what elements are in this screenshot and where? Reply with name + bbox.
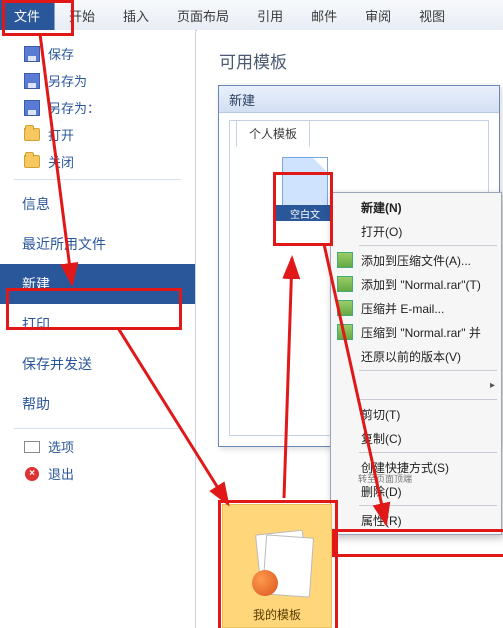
ctx-new-label: 新建(N) — [361, 199, 402, 216]
tab-file[interactable]: 文件 — [0, 0, 55, 31]
menu-save[interactable]: 保存 — [0, 40, 195, 67]
menu-help[interactable]: 帮助 — [0, 384, 195, 424]
templates-heading: 可用模板 — [219, 48, 503, 73]
menu-recent-label: 最近所用文件 — [22, 234, 106, 254]
new-dialog-title: 新建 — [219, 86, 499, 113]
tab-review[interactable]: 审阅 — [351, 0, 405, 31]
ctx-create-shortcut[interactable]: 创建快捷方式(S) — [331, 455, 501, 479]
exit-icon: × — [24, 466, 40, 482]
ctx-open-label: 打开(O) — [361, 223, 402, 240]
ctx-properties[interactable]: 属性(R) — [331, 508, 501, 532]
tab-references[interactable]: 引用 — [243, 0, 297, 31]
menu-save-label: 保存 — [48, 44, 74, 63]
tab-personal-templates[interactable]: 个人模板 — [236, 120, 310, 147]
menu-print[interactable]: 打印 — [0, 304, 195, 344]
ctx-sep — [359, 399, 497, 400]
menu-exit-label: 退出 — [48, 464, 74, 483]
ctx-copy-label: 复制(C) — [361, 430, 402, 447]
my-templates-caption: 我的模板 — [253, 606, 301, 623]
menu-close-label: 关闭 — [48, 152, 74, 171]
menu-separator-2 — [14, 428, 181, 429]
menu-print-label: 打印 — [22, 314, 50, 334]
ctx-restore-label: 还原以前的版本(V) — [361, 348, 461, 365]
open-folder-icon — [24, 127, 40, 143]
menu-options[interactable]: 选项 — [0, 433, 195, 460]
menu-save-send[interactable]: 保存并发送 — [0, 344, 195, 384]
tab-insert[interactable]: 插入 — [109, 0, 163, 31]
menu-exit[interactable]: × 退出 — [0, 460, 195, 487]
ctx-properties-label: 属性(R) — [361, 512, 402, 529]
tab-view[interactable]: 视图 — [405, 0, 459, 31]
ctx-compress-normal-label: 压缩到 "Normal.rar" 并 — [361, 324, 481, 341]
menu-save-as-label: 另存为 — [48, 71, 87, 90]
menu-open[interactable]: 打开 — [0, 121, 195, 148]
menu-save-as[interactable]: 另存为 — [0, 67, 195, 94]
menu-options-label: 选项 — [48, 437, 74, 456]
rar-icon — [337, 252, 353, 268]
tab-page-layout[interactable]: 页面布局 — [163, 0, 243, 31]
ctx-cut[interactable]: 剪切(T) — [331, 402, 501, 426]
ctx-sep — [359, 505, 497, 506]
save-icon — [24, 46, 40, 62]
rar-icon — [337, 276, 353, 292]
ribbon-tabs: 文件 开始 插入 页面布局 引用 邮件 审阅 视图 — [0, 0, 503, 31]
save-as-icon — [24, 73, 40, 89]
ctx-delete[interactable]: 删除(D) — [331, 479, 501, 503]
templates-stack-icon — [244, 528, 310, 600]
ctx-add-archive-label: 添加到压缩文件(A)... — [361, 252, 471, 269]
menu-close[interactable]: 关闭 — [0, 148, 195, 175]
menu-new[interactable]: 新建 — [0, 264, 195, 304]
ctx-new[interactable]: 新建(N) — [331, 195, 501, 219]
menu-open-label: 打开 — [48, 125, 74, 144]
menu-save-as-format[interactable]: 另存为： — [0, 94, 195, 121]
rar-icon — [337, 324, 353, 340]
menu-info[interactable]: 信息 — [0, 184, 195, 224]
ctx-sep — [359, 452, 497, 453]
ctx-sep — [359, 245, 497, 246]
file-menu-panel: 保存 另存为 另存为： 打开 关闭 信息 最近所用文件 新建 打印 保存并发送 … — [0, 30, 196, 628]
menu-info-label: 信息 — [22, 194, 50, 214]
options-icon — [24, 439, 40, 455]
ctx-compress-normal[interactable]: 压缩到 "Normal.rar" 并 — [331, 320, 501, 344]
ctx-delete-label: 删除(D) — [361, 483, 402, 500]
menu-save-as-format-label: 另存为： — [48, 98, 100, 117]
menu-recent[interactable]: 最近所用文件 — [0, 224, 195, 264]
ctx-compress-email-label: 压缩并 E-mail... — [361, 300, 444, 317]
menu-separator — [14, 179, 181, 180]
rar-icon — [337, 300, 353, 316]
context-menu: 新建(N) 打开(O) 添加到压缩文件(A)... 添加到 "Normal.ra… — [330, 192, 502, 535]
close-folder-icon — [24, 154, 40, 170]
menu-help-label: 帮助 — [22, 394, 50, 414]
tab-mail[interactable]: 邮件 — [297, 0, 351, 31]
template-page-icon — [282, 157, 328, 209]
ctx-compress-email[interactable]: 压缩并 E-mail... — [331, 296, 501, 320]
menu-save-send-label: 保存并发送 — [22, 354, 92, 374]
template-blank-doc[interactable]: 空白文 — [278, 157, 332, 219]
ctx-cut-label: 剪切(T) — [361, 406, 400, 423]
page-top-caption: 转至页面顶端 — [358, 472, 412, 485]
template-label: 空白文 — [274, 205, 336, 221]
tab-home[interactable]: 开始 — [55, 0, 109, 31]
save-as-format-icon — [24, 100, 40, 116]
ctx-open[interactable]: 打开(O) — [331, 219, 501, 243]
ctx-add-archive[interactable]: 添加到压缩文件(A)... — [331, 248, 501, 272]
ctx-copy[interactable]: 复制(C) — [331, 426, 501, 450]
ctx-add-normal[interactable]: 添加到 "Normal.rar"(T) — [331, 272, 501, 296]
ctx-send-to[interactable]: x — [331, 373, 501, 397]
ctx-add-normal-label: 添加到 "Normal.rar"(T) — [361, 276, 481, 293]
my-templates-tile[interactable]: 我的模板 — [222, 504, 332, 628]
menu-new-label: 新建 — [22, 274, 50, 294]
ctx-sep — [359, 370, 497, 371]
ctx-restore-previous[interactable]: 还原以前的版本(V) — [331, 344, 501, 368]
